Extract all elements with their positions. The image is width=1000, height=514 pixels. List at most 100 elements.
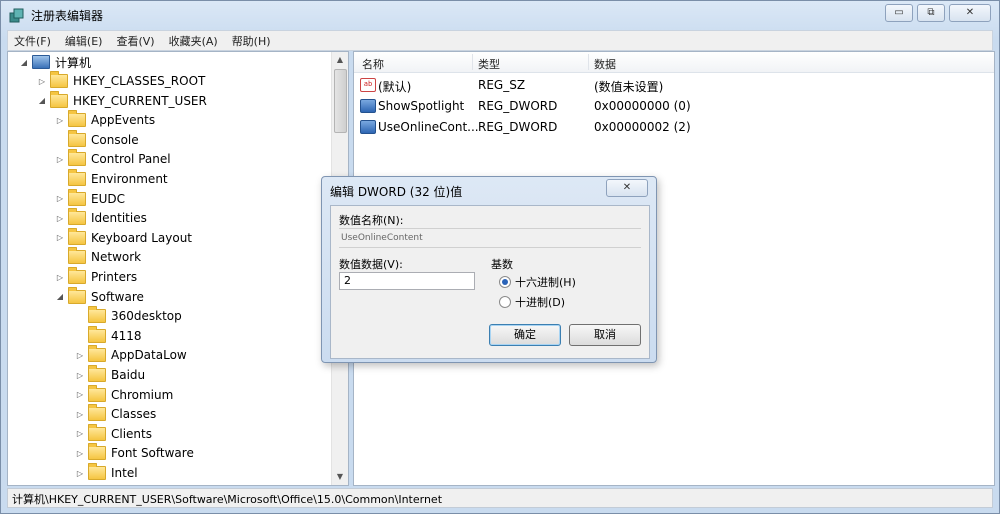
value-row[interactable]: UseOnlineCont... REG_DWORD 0x00000002 (2… (354, 117, 994, 137)
value-data: 0x00000000 (0) (594, 99, 691, 113)
dword-value-icon (360, 120, 376, 134)
expand-arrow-icon[interactable]: ▷ (74, 449, 86, 458)
expand-arrow-icon[interactable]: ▷ (74, 390, 86, 399)
expand-arrow-icon[interactable]: ▷ (74, 469, 86, 478)
expand-arrow-icon[interactable]: ▷ (54, 214, 66, 223)
column-header-type[interactable]: 类型 (478, 56, 500, 72)
expand-arrow-icon[interactable]: ▷ (54, 233, 66, 242)
tree-item[interactable]: ▷ Intel (74, 463, 138, 482)
expand-arrow-icon[interactable]: ▷ (74, 371, 86, 380)
tree-item[interactable]: ▷ EUDC (54, 188, 125, 208)
expand-arrow-icon[interactable]: ▷ (36, 77, 48, 86)
maximize-button[interactable]: ⧉ (917, 4, 945, 22)
folder-icon (68, 188, 86, 206)
minimize-button[interactable]: ▭ (885, 4, 913, 22)
ok-button[interactable]: 确定 (489, 324, 561, 346)
edit-dword-dialog: 编辑 DWORD (32 位)值 ✕ 数值名称(N): UseOnlineCon… (321, 176, 657, 363)
close-button[interactable]: ✕ (949, 4, 991, 22)
tree-item-label: AppDataLow (111, 348, 187, 363)
collapse-arrow-icon[interactable]: ◢ (18, 58, 30, 67)
value-name: UseOnlineCont... (378, 120, 479, 134)
tree-item[interactable]: 4118 (74, 325, 142, 345)
menu-view[interactable]: 查看(V) (116, 33, 154, 49)
menu-edit[interactable]: 编辑(E) (65, 33, 103, 49)
tree-item[interactable]: ▷ Baidu (74, 365, 145, 384)
expand-arrow-icon[interactable]: ▷ (54, 116, 66, 125)
value-row[interactable]: ab (默认) REG_SZ (数值未设置) (354, 75, 994, 95)
scroll-up-arrow-icon[interactable]: ▲ (333, 53, 347, 67)
tree-item-label: 360desktop (111, 309, 182, 324)
list-header: 名称 类型 数据 (354, 52, 994, 73)
decimal-radio-label: 十进制(D) (515, 296, 566, 309)
computer-icon (32, 55, 50, 69)
tree-item[interactable]: ▷ Font Software (74, 443, 194, 462)
cancel-button[interactable]: 取消 (569, 324, 641, 346)
folder-icon (88, 306, 106, 324)
tree-item-label: Software (91, 289, 144, 304)
tree-item[interactable]: ▷ Keyboard Layout (54, 227, 192, 247)
folder-icon (68, 286, 86, 304)
tree-item[interactable]: ▷ Chromium (74, 384, 173, 404)
tree-item-label: EUDC (91, 191, 125, 206)
folder-icon (68, 267, 86, 284)
decimal-radio-option[interactable]: 十进制(D) (499, 294, 565, 310)
tree-item[interactable]: ▷ Classes (74, 404, 157, 423)
expand-arrow-icon[interactable]: ▷ (74, 429, 86, 438)
expand-arrow-icon[interactable]: ▷ (74, 410, 86, 419)
radio-selected-icon[interactable] (499, 276, 511, 288)
collapse-arrow-icon[interactable]: ◢ (54, 292, 66, 301)
tree-item-label: Control Panel (91, 152, 171, 167)
tree-item-label: Classes (111, 407, 157, 422)
value-data-input[interactable]: 2 (339, 272, 475, 290)
menu-help[interactable]: 帮助(H) (232, 33, 271, 49)
tree-item[interactable]: Environment (54, 169, 168, 188)
tree-item-label: Environment (91, 172, 168, 186)
column-divider[interactable] (472, 54, 473, 70)
dialog-body: 数值名称(N): UseOnlineContent 数值数据(V): 2 基数 … (330, 205, 650, 359)
tree-item[interactable]: ▷ AppDataLow (74, 345, 187, 364)
radio-unselected-icon[interactable] (499, 296, 511, 308)
expand-arrow-icon[interactable]: ▷ (54, 194, 66, 203)
tree-item[interactable]: ◢ HKEY_CURRENT_USER (36, 90, 207, 110)
column-header-data[interactable]: 数据 (594, 56, 616, 72)
key-tree-pane[interactable]: ◢ 计算机 ▷ HKEY_CLASSES_ROOT ◢ HKEY_CURRENT_US… (7, 51, 349, 486)
dword-value-icon (360, 99, 376, 113)
column-header-name[interactable]: 名称 (362, 56, 384, 72)
column-divider[interactable] (588, 54, 589, 70)
dialog-title: 编辑 DWORD (32 位)值 (330, 185, 463, 199)
tree-item-label: Network (91, 250, 142, 265)
expand-arrow-icon[interactable]: ▷ (54, 155, 66, 164)
value-type: REG_DWORD (478, 120, 558, 134)
key-path: 计算机\HKEY_CURRENT_USER\Software\Microsoft… (12, 493, 443, 506)
tree-item[interactable]: 360desktop (74, 306, 182, 325)
tree-item[interactable]: ▷ Control Panel (54, 149, 171, 168)
expand-arrow-icon[interactable]: ▷ (74, 351, 86, 360)
tree-item[interactable]: ▷ HKEY_CLASSES_ROOT (36, 71, 205, 90)
value-data-label: 数值数据(V): (339, 258, 403, 271)
tree-item[interactable]: ◢ Software (54, 286, 144, 306)
tree-item-label: 4118 (111, 328, 142, 343)
hex-radio-option[interactable]: 十六进制(H) (499, 274, 576, 290)
menu-favorites[interactable]: 收藏夹(A) (169, 33, 218, 49)
expand-arrow-icon[interactable]: ▷ (54, 273, 66, 282)
scroll-down-arrow-icon[interactable]: ▼ (333, 470, 347, 484)
tree-item[interactable]: Console (54, 129, 139, 149)
tree-item[interactable]: ▷ Printers (54, 267, 137, 286)
scroll-thumb[interactable] (334, 69, 347, 133)
tree-item[interactable]: ▷ Clients (74, 423, 152, 443)
menu-file[interactable]: 文件(F) (14, 33, 51, 49)
dialog-close-button[interactable]: ✕ (606, 179, 648, 197)
folder-icon (88, 423, 106, 441)
folder-icon (88, 384, 106, 402)
tree-item-computer[interactable]: ◢ 计算机 (18, 53, 91, 71)
menu-bar: 文件(F) 编辑(E) 查看(V) 收藏夹(A) 帮助(H) (7, 30, 993, 51)
collapse-arrow-icon[interactable]: ◢ (36, 96, 48, 105)
tree-item[interactable]: Network (54, 247, 142, 266)
value-row[interactable]: ShowSpotlight REG_DWORD 0x00000000 (0) (354, 96, 994, 116)
folder-icon (88, 443, 106, 461)
tree-item-label: Identities (91, 211, 147, 226)
folder-icon (68, 227, 86, 245)
tree-item[interactable]: ▷ AppEvents (54, 110, 155, 129)
tree-item[interactable]: ▷ Identities (54, 208, 147, 227)
folder-icon (88, 463, 106, 480)
